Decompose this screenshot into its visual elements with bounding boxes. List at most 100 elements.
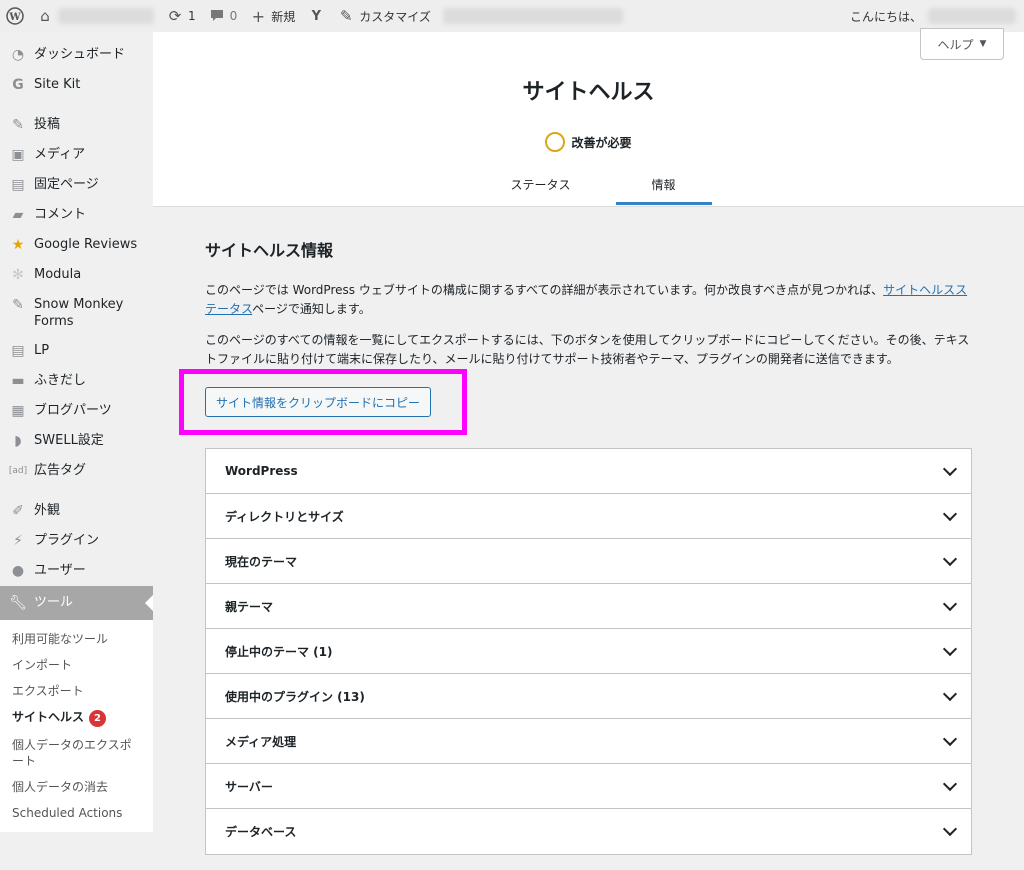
- site-health-header: ヘルプ ▼ サイトヘルス 改善が必要 ステータス 情報: [153, 28, 1024, 207]
- sidebar-item-label: 固定ページ: [34, 177, 99, 192]
- sidebar-item-label: コメント: [34, 207, 87, 222]
- sidebar-item-label: プラグイン: [34, 533, 100, 548]
- page-title: サイトヘルス: [522, 80, 655, 105]
- extra-menu-blurred: [437, 0, 629, 32]
- accordion-row-wordpress[interactable]: WordPress: [206, 449, 971, 494]
- updates-button[interactable]: ⟳ 1: [160, 0, 202, 32]
- accordion-row-active-plugins[interactable]: 使用中のプラグイン (13): [206, 674, 971, 719]
- sidebar-item-tools[interactable]: 🔧︎ ツール: [0, 586, 153, 620]
- intro-text-end: ページで通知します。: [252, 302, 371, 316]
- sidebar-item-plugins[interactable]: ⚡ プラグイン: [0, 526, 153, 556]
- accordion-title: メディア処理: [225, 734, 297, 749]
- sidebar-item-label: SWELL設定: [34, 433, 104, 448]
- accordion-row-current-theme[interactable]: 現在のテーマ: [206, 539, 971, 584]
- accordion-title: 使用中のプラグイン (13): [225, 689, 365, 704]
- comments-button[interactable]: 0: [202, 0, 244, 32]
- new-label: 新規: [271, 9, 296, 24]
- accordion-row-inactive-themes[interactable]: 停止中のテーマ (1): [206, 629, 971, 674]
- sidebar-item-snow-monkey-forms[interactable]: ✎ Snow Monkey Forms: [0, 290, 153, 336]
- help-button[interactable]: ヘルプ ▼: [920, 28, 1004, 60]
- help-label: ヘルプ: [937, 37, 974, 52]
- submenu-erase-personal-data[interactable]: 個人データの消去: [0, 774, 153, 800]
- wordpress-logo-button[interactable]: W: [0, 0, 30, 32]
- wordpress-logo-icon: W: [6, 7, 24, 25]
- status-circle-icon: [545, 132, 566, 152]
- new-content-button[interactable]: + 新規: [243, 0, 301, 32]
- chevron-down-icon: [942, 506, 958, 521]
- accordion-title: WordPress: [225, 464, 298, 478]
- blurred-item: [442, 8, 623, 24]
- chevron-down-icon: [942, 461, 958, 476]
- submenu-import[interactable]: インポート: [0, 652, 153, 678]
- submenu-available-tools[interactable]: 利用可能なツール: [0, 626, 153, 652]
- home-icon: ⌂: [40, 7, 50, 25]
- modula-icon: ✻: [12, 266, 24, 283]
- accordion-row-directories[interactable]: ディレクトリとサイズ: [206, 494, 971, 539]
- accordion-row-parent-theme[interactable]: 親テーマ: [206, 584, 971, 629]
- greeting-text: こんにちは、: [849, 9, 922, 24]
- sidebar-item-media[interactable]: ▣ メディア: [0, 140, 153, 170]
- intro-paragraph: このページでは WordPress ウェブサイトの構成に関するすべての詳細が表示…: [205, 281, 972, 319]
- submenu-site-health-label: サイトヘルス: [12, 710, 85, 724]
- sidebar-item-label: 広告タグ: [34, 463, 87, 478]
- tab-status[interactable]: ステータス: [465, 172, 615, 205]
- swell-icon: ◗: [14, 432, 22, 449]
- chevron-down-icon: [942, 686, 958, 701]
- caret-down-icon: ▼: [979, 39, 987, 49]
- bubble-icon: ▬: [11, 372, 25, 389]
- google-g-icon: G: [12, 76, 24, 93]
- sidebar-item-lp[interactable]: ▤ LP: [0, 336, 153, 366]
- chevron-down-icon: [942, 776, 958, 791]
- brush-icon: ✐: [12, 502, 24, 519]
- sidebar-item-label: ブログパーツ: [34, 403, 112, 418]
- copy-to-clipboard-button[interactable]: サイト情報をクリップボードにコピー: [205, 387, 432, 417]
- submenu-export[interactable]: エクスポート: [0, 678, 153, 704]
- brush-icon: ✎: [340, 7, 353, 25]
- accordion-row-server[interactable]: サーバー: [206, 764, 971, 809]
- sidebar-item-comments[interactable]: ▰ コメント: [0, 200, 153, 230]
- sidebar-item-label: 外観: [34, 503, 61, 518]
- media-icon: ▣: [11, 146, 25, 163]
- accordion-row-media[interactable]: メディア処理: [206, 719, 971, 764]
- submenu-site-health[interactable]: サイトヘルス 2: [0, 704, 153, 732]
- tab-info[interactable]: 情報: [615, 172, 712, 205]
- accordion-title: 親テーマ: [225, 599, 274, 614]
- chevron-down-icon: [942, 551, 958, 566]
- sidebar-item-fukidashi[interactable]: ▬ ふきだし: [0, 366, 153, 396]
- star-icon: ★: [11, 236, 25, 253]
- sidebar-item-users[interactable]: ● ユーザー: [0, 556, 153, 586]
- sidebar-item-dashboard[interactable]: ◔ ダッシュボード: [0, 40, 153, 70]
- svg-text:W: W: [8, 12, 21, 23]
- sidebar-item-pages[interactable]: ▤ 固定ページ: [0, 170, 153, 200]
- comment-icon: ▰: [12, 206, 24, 223]
- grid-icon: ▦: [11, 402, 25, 419]
- refresh-icon: ⟳: [168, 7, 182, 25]
- admin-sidebar: ◔ ダッシュボード G Site Kit ✎ 投稿 ▣ メディア ▤ 固定ページ ▰ コメン…: [0, 32, 153, 870]
- intro-text: このページでは WordPress ウェブサイトの構成に関するすべての詳細が表示…: [205, 283, 884, 297]
- yoast-icon: Y: [311, 8, 321, 24]
- comments-count: 0: [229, 9, 238, 23]
- sidebar-item-blog-parts[interactable]: ▦ ブログパーツ: [0, 396, 153, 426]
- sidebar-item-label: Site Kit: [34, 77, 81, 92]
- sidebar-item-ad-tag[interactable]: [ad] 広告タグ: [0, 456, 153, 486]
- submenu-scheduled-actions[interactable]: Scheduled Actions: [0, 800, 153, 826]
- site-name-menu[interactable]: ⌂: [30, 0, 160, 32]
- sidebar-item-google-reviews[interactable]: ★ Google Reviews: [0, 230, 153, 260]
- yoast-button[interactable]: Y: [301, 0, 331, 32]
- sidebar-item-swell-settings[interactable]: ◗ SWELL設定: [0, 426, 153, 456]
- chevron-down-icon: [942, 731, 958, 746]
- customize-button[interactable]: ✎ カスタマイズ: [331, 0, 437, 32]
- sidebar-item-appearance[interactable]: ✐ 外観: [0, 496, 153, 526]
- site-health-tabs: ステータス 情報: [153, 172, 1024, 205]
- site-name-blurred: [58, 8, 154, 24]
- accordion-title: ディレクトリとサイズ: [225, 509, 344, 524]
- sidebar-item-modula[interactable]: ✻ Modula: [0, 260, 153, 290]
- accordion-row-database[interactable]: データベース: [206, 809, 971, 854]
- sidebar-item-site-kit[interactable]: G Site Kit: [0, 70, 153, 100]
- sidebar-item-label: メディア: [34, 147, 86, 162]
- status-text: 改善が必要: [571, 135, 632, 150]
- submenu-export-personal-data[interactable]: 個人データのエクスポート: [0, 732, 153, 774]
- comment-icon: [208, 7, 226, 25]
- updates-count: 1: [188, 9, 196, 23]
- sidebar-item-posts[interactable]: ✎ 投稿: [0, 110, 153, 140]
